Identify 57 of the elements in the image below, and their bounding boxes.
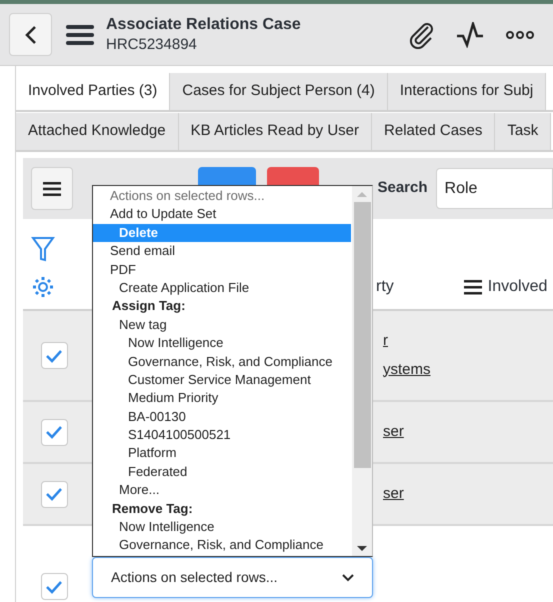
dropdown-option[interactable]: Now Intelligence	[93, 518, 352, 536]
dropdown-option[interactable]: More...	[93, 481, 352, 500]
dropdown-option[interactable]: Send email	[93, 242, 352, 261]
settings-icon[interactable]	[31, 275, 55, 299]
list-icon[interactable]	[464, 280, 482, 294]
filter-icon[interactable]	[31, 235, 55, 263]
checkbox[interactable]	[40, 573, 68, 600]
more-icon[interactable]	[506, 30, 534, 38]
record-link[interactable]: r	[383, 330, 431, 352]
tab[interactable]: Related Cases	[372, 113, 496, 150]
actions-select[interactable]: Actions on selected rows...	[92, 557, 373, 598]
record-link[interactable]: ystems	[383, 358, 431, 381]
dropdown-option[interactable]: Federated	[93, 462, 352, 482]
search-field[interactable]: Role	[436, 168, 553, 209]
column-header[interactable]: Involved	[488, 275, 548, 299]
dropdown-option[interactable]: Platform	[93, 444, 352, 463]
dropdown-option[interactable]: Governance, Risk, and Compliance	[93, 536, 352, 555]
dropdown-option[interactable]: Governance, Risk, and Compliance	[93, 352, 352, 371]
menu-icon	[43, 182, 62, 196]
tab[interactable]: Cases for Subject Person (4)	[170, 73, 388, 110]
case-number: HRC5234894	[106, 34, 198, 54]
dropdown-option[interactable]: BA-00130	[93, 408, 352, 426]
dropdown-option[interactable]: S1404100500521	[93, 426, 352, 444]
column-header[interactable]: rty	[376, 275, 394, 299]
checkbox[interactable]	[40, 418, 68, 446]
search-label: Search	[377, 178, 428, 198]
dropdown-option[interactable]: New tag	[93, 316, 352, 334]
chevron-down-icon	[342, 574, 354, 582]
scroll-down-icon[interactable]	[357, 544, 367, 552]
option-group-label: Remove Tag:	[111, 500, 194, 518]
checkmark-icon	[45, 580, 63, 594]
tab[interactable]: KB Articles Read by User	[178, 113, 372, 150]
pulse-icon[interactable]	[456, 22, 484, 48]
chevron-left-icon	[24, 24, 36, 44]
dropdown-option[interactable]: Create Application File	[93, 278, 352, 298]
case-title: Associate Relations Case	[106, 14, 301, 34]
paperclip-icon[interactable]	[408, 20, 434, 48]
scrollbar[interactable]	[352, 186, 372, 556]
checkmark-icon	[45, 487, 63, 501]
dropdown-option[interactable]: PDF	[93, 260, 352, 279]
checkmark-icon	[45, 425, 63, 439]
dropdown-option[interactable]: Customer Service Management	[93, 370, 352, 390]
record-link[interactable]: ser	[383, 420, 404, 444]
checkbox[interactable]	[40, 342, 68, 369]
checkbox[interactable]	[40, 480, 68, 508]
checkmark-icon	[45, 348, 63, 362]
dropdown-option[interactable]: Medium Priority	[93, 389, 352, 408]
option-group-label: Assign Tag:	[111, 297, 186, 316]
record-link[interactable]: ser	[383, 482, 404, 506]
tab[interactable]: Attached Knowledge	[16, 113, 179, 150]
dropdown-option[interactable]: Add to Update Set	[93, 205, 352, 224]
back-button[interactable]	[9, 13, 52, 56]
menu-icon[interactable]	[66, 24, 94, 46]
tab[interactable]: Interactions for Subj	[388, 73, 546, 110]
dropdown-option[interactable]: Now Intelligence	[93, 334, 352, 353]
tab[interactable]: Task	[495, 113, 552, 150]
list-menu-button[interactable]	[31, 167, 74, 210]
